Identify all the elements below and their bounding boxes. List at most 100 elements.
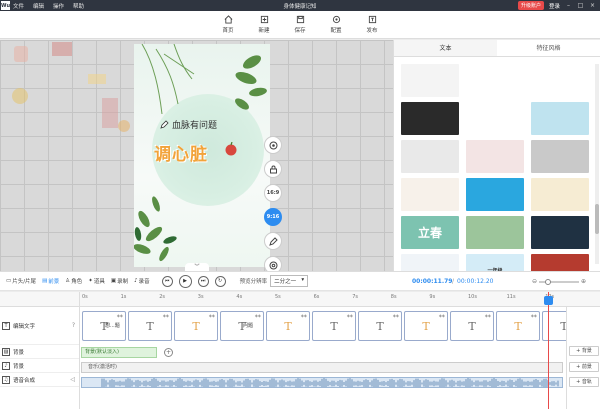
- text-clip-icon: T: [422, 319, 430, 333]
- template-thumbnail[interactable]: [401, 64, 459, 97]
- add-foreground-button[interactable]: + 前景: [569, 362, 599, 372]
- target-icon[interactable]: [264, 136, 282, 154]
- template-thumbnail[interactable]: [401, 102, 459, 135]
- template-thumbnail[interactable]: [466, 216, 524, 249]
- home-button[interactable]: 首页: [215, 11, 241, 38]
- tab-text[interactable]: 文本: [394, 40, 497, 56]
- menu-help[interactable]: 帮助: [73, 2, 84, 10]
- collapse-handle-icon[interactable]: ︾: [185, 263, 209, 271]
- tab-audio[interactable]: ♪ 录音: [134, 277, 150, 285]
- ratio-9-16-button[interactable]: 9:16: [264, 208, 282, 226]
- ratio-16-9-button[interactable]: 16:9: [264, 184, 282, 202]
- upgrade-button[interactable]: 升级账户: [517, 1, 544, 10]
- template-scrollbar[interactable]: [595, 64, 599, 264]
- ghost-sticker[interactable]: [102, 98, 118, 128]
- text-clip[interactable]: T ◈◈: [496, 311, 540, 341]
- ruler-tick: 5s: [275, 294, 281, 300]
- tab-foreground[interactable]: ▤ 前景: [42, 277, 59, 285]
- text-clip[interactable]: T ◈◈: [450, 311, 494, 341]
- template-thumbnail[interactable]: [531, 140, 589, 173]
- phone-subtitle[interactable]: 血脉有问题: [160, 118, 217, 131]
- template-thumbnail[interactable]: [531, 216, 589, 249]
- minimize-icon[interactable]: –: [565, 2, 572, 9]
- tab-style[interactable]: 特征风格: [497, 40, 600, 56]
- phone-title[interactable]: 调心脏: [154, 140, 208, 165]
- login-link[interactable]: 登录: [549, 2, 560, 10]
- background-track-row: 背景(默认淡入) +: [80, 346, 566, 360]
- edit-icon[interactable]: [264, 232, 282, 250]
- template-thumbnail[interactable]: [466, 102, 524, 135]
- track-text[interactable]: T 编辑文字 ?: [0, 307, 79, 345]
- background-clip[interactable]: 背景(默认淡入): [81, 347, 157, 358]
- publish-button[interactable]: 发布: [359, 11, 385, 38]
- lock-icon[interactable]: [264, 160, 282, 178]
- resolution-select[interactable]: 二分之一 ▾: [270, 275, 309, 287]
- zoom-in-icon[interactable]: ⊕: [581, 278, 586, 285]
- tab-intro-outro[interactable]: ▭ 片头/片尾: [6, 277, 36, 285]
- track-music[interactable]: ♪ 背景: [0, 359, 79, 373]
- menu-action[interactable]: 操作: [53, 2, 64, 10]
- canvas-area[interactable]: 血脉有问题 调心脏 16:9 9:16 ︾: [0, 40, 393, 271]
- add-background-button[interactable]: + 背景: [569, 346, 599, 356]
- phone-preview[interactable]: 血脉有问题 调心脏: [134, 44, 270, 267]
- text-clip[interactable]: T ◈◈: [358, 311, 402, 341]
- volume-icon[interactable]: ◁: [70, 376, 75, 383]
- time-ruler[interactable]: 0s1s2s3s4s5s6s7s8s9s10s11s12s: [80, 292, 600, 307]
- ghost-sticker[interactable]: [52, 42, 72, 56]
- template-thumbnail[interactable]: [531, 178, 589, 211]
- ghost-sticker[interactable]: [118, 120, 130, 132]
- tab-record[interactable]: ▣ 录制: [111, 277, 128, 285]
- text-clip[interactable]: T 想...题 ◈◈: [82, 311, 126, 341]
- ghost-sticker[interactable]: [88, 74, 106, 84]
- new-button[interactable]: 新建: [251, 11, 277, 38]
- template-thumbnail[interactable]: [531, 64, 589, 97]
- voice-track-icon: ♫: [2, 375, 10, 384]
- chevron-down-icon: ▾: [301, 277, 305, 283]
- track-background[interactable]: ▨ 背景: [0, 345, 79, 359]
- next-icon[interactable]: ⏭: [197, 275, 209, 287]
- playhead-line[interactable]: [548, 292, 549, 409]
- tab-prop[interactable]: ✦ 道具: [88, 277, 105, 285]
- template-thumbnail[interactable]: [466, 140, 524, 173]
- ruler-tick: 1s: [120, 294, 127, 300]
- text-clip[interactable]: T ◈◈: [128, 311, 172, 341]
- tab-role[interactable]: ♙ 角色: [65, 277, 82, 285]
- save-button[interactable]: 保存: [287, 11, 313, 38]
- add-background-icon[interactable]: +: [164, 348, 173, 357]
- settings-circle-icon[interactable]: [264, 256, 282, 271]
- help-icon[interactable]: ?: [72, 322, 75, 329]
- film-icon: ▭: [6, 278, 12, 284]
- ghost-sticker[interactable]: [12, 88, 28, 104]
- template-thumbnail[interactable]: [401, 140, 459, 173]
- loop-icon[interactable]: ↻: [214, 275, 226, 287]
- play-icon[interactable]: ▶: [178, 274, 192, 288]
- menu-file[interactable]: 文件: [13, 2, 24, 10]
- template-thumbnail[interactable]: [531, 102, 589, 135]
- text-clip[interactable]: T ◈◈: [404, 311, 448, 341]
- zoom-out-icon[interactable]: ⊖: [532, 278, 537, 285]
- track-voice-label: 语音合成: [13, 377, 36, 384]
- playhead-handle[interactable]: [544, 296, 553, 305]
- settings-button[interactable]: 配置: [323, 11, 349, 38]
- add-track-button[interactable]: + 音轨: [569, 377, 599, 387]
- text-clip[interactable]: T ◈◈: [266, 311, 310, 341]
- zoom-control[interactable]: ⊖ ⊕: [532, 278, 586, 285]
- maximize-icon[interactable]: □: [577, 2, 584, 9]
- close-icon[interactable]: ×: [589, 2, 596, 9]
- track-voice[interactable]: ♫ 语音合成 ◁: [0, 373, 79, 387]
- template-thumbnail[interactable]: [466, 64, 524, 97]
- menu-edit[interactable]: 编辑: [33, 2, 44, 10]
- ghost-sticker[interactable]: [14, 46, 28, 62]
- template-thumbnail[interactable]: [401, 178, 459, 211]
- text-clip-icon: T: [284, 319, 292, 333]
- music-clip[interactable]: 音乐(激活时): [81, 362, 563, 373]
- prev-icon[interactable]: ⏮: [161, 275, 173, 287]
- voice-clip[interactable]: [81, 377, 563, 388]
- text-clip-icon: T: [468, 319, 476, 333]
- text-clip[interactable]: T ◈◈: [174, 311, 218, 341]
- template-thumbnail[interactable]: 立春: [401, 216, 459, 249]
- template-thumbnail[interactable]: [466, 178, 524, 211]
- text-clip[interactable]: T 问题 ◈◈: [220, 311, 264, 341]
- text-clip[interactable]: T ◈◈: [312, 311, 356, 341]
- zoom-slider[interactable]: [539, 278, 580, 285]
